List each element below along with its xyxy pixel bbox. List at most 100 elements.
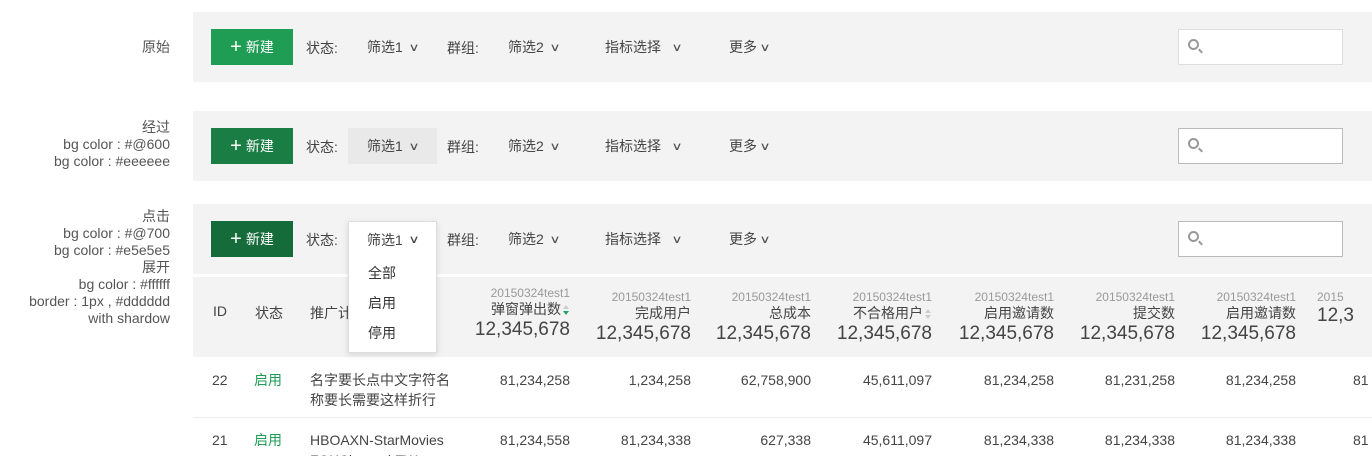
group-label: 群组: xyxy=(447,40,479,56)
metric-date: 20150324test1 xyxy=(1216,290,1296,304)
metric-name: 提交数 xyxy=(1133,305,1175,321)
note-line: 原始 xyxy=(142,39,170,55)
note-line: bg color : #@600 xyxy=(63,136,170,152)
note-hover: 经过 bg color : #@600 bg color : #eeeeee xyxy=(54,119,170,170)
row-value: 627,338 xyxy=(760,432,811,448)
metric-header[interactable]: 20150324test1 启用邀请数 12,345,678 xyxy=(1196,290,1296,346)
metric-date: 20150324test1 xyxy=(490,286,570,300)
filter2-dropdown[interactable]: 筛选2 ∨ xyxy=(508,128,561,164)
metric-header[interactable]: 20150324test1 弹窗弹出数 12,345,678 xyxy=(470,286,570,342)
new-button[interactable]: + 新建 xyxy=(211,29,293,65)
table-row[interactable]: 21 启用 HBOAXN-StarMovies FOXChannel-TW 81… xyxy=(193,418,1372,456)
metric-total: 12,345,678 xyxy=(595,323,691,344)
search-input[interactable] xyxy=(1178,29,1343,65)
row-value: 81,234,338 xyxy=(1104,432,1175,448)
row-value: 81,234,338 xyxy=(1225,432,1296,448)
new-button-label: 新建 xyxy=(245,231,274,247)
new-button[interactable]: + 新建 xyxy=(211,221,293,257)
sort-icon[interactable] xyxy=(925,309,932,320)
metric-total: 12,345,678 xyxy=(474,319,570,340)
filter1-dropdown[interactable]: 筛选1 ∨ xyxy=(349,222,436,258)
row-status[interactable]: 启用 xyxy=(254,370,282,390)
more-label: 更多 xyxy=(729,39,757,55)
note-line: bg color : #e5e5e5 xyxy=(54,242,170,258)
note-click: 点击 bg color : #@700 bg color : #e5e5e5 展… xyxy=(29,208,170,327)
search-input[interactable] xyxy=(1178,221,1343,257)
metric-total: 12,345,678 xyxy=(1079,323,1175,344)
row-value: 81,234,338 xyxy=(983,432,1054,448)
metric-total: 12,3 xyxy=(1317,305,1354,326)
metric-date: 20150324test1 xyxy=(1095,290,1175,304)
search-input[interactable] xyxy=(1178,128,1343,164)
metric-select-dropdown[interactable]: 指标选择 ∨ xyxy=(605,221,683,257)
status-label: 状态: xyxy=(306,139,338,155)
row-id: 21 xyxy=(212,432,228,448)
filter2-dropdown[interactable]: 筛选2 ∨ xyxy=(508,29,561,65)
row-value: 1,234,258 xyxy=(628,372,691,388)
metric-name: 启用邀请数 xyxy=(1226,305,1296,321)
table-row[interactable]: 22 启用 名字要长点中文字符名称要长需要这样折行 81,234,258 1,2… xyxy=(193,358,1372,418)
metric-date: 20150324test1 xyxy=(974,290,1054,304)
option-all[interactable]: 全部 xyxy=(349,258,436,288)
row-value: 81,231,258 xyxy=(1104,372,1175,388)
metric-total: 12,345,678 xyxy=(958,323,1054,344)
metric-select-dropdown[interactable]: 指标选择 ∨ xyxy=(605,29,683,65)
note-original: 原始 xyxy=(142,39,170,56)
option-disabled[interactable]: 停用 xyxy=(349,318,436,348)
sort-icon[interactable] xyxy=(563,305,570,316)
new-button[interactable]: + 新建 xyxy=(211,128,293,164)
group-label: 群组: xyxy=(447,232,479,248)
filter1-dropdown[interactable]: 筛选1 ∨ xyxy=(348,128,437,164)
metric-name: 不合格用户 xyxy=(832,304,932,322)
chevron-down-icon: ∨ xyxy=(408,41,420,54)
row-value: 81 xyxy=(1353,372,1369,388)
filter2-dropdown[interactable]: 筛选2 ∨ xyxy=(508,221,560,257)
status-label: 状态: xyxy=(306,232,338,248)
row-name[interactable]: 名字要长点中文字符名称要长需要这样折行 xyxy=(310,370,458,410)
more-dropdown[interactable]: 更多 ∨ xyxy=(729,128,771,164)
chevron-down-icon: ∨ xyxy=(549,140,561,153)
chevron-down-icon: ∨ xyxy=(408,140,420,153)
filter2-label: 筛选2 xyxy=(508,39,544,55)
metric-header[interactable]: 20150324test1 启用邀请数 12,345,678 xyxy=(954,290,1054,346)
group-label: 群组: xyxy=(447,139,479,155)
toolbar-original: + 新建 状态: 筛选1 ∨ 群组: 筛选2 ∨ 指标选择 ∨ 更多 ∨ xyxy=(193,12,1372,82)
filter1-label: 筛选1 xyxy=(367,39,403,55)
metric-select-dropdown[interactable]: 指标选择 ∨ xyxy=(605,128,683,164)
row-status[interactable]: 启用 xyxy=(254,430,282,450)
note-line: 展开 xyxy=(142,259,170,275)
metric-name: 启用邀请数 xyxy=(984,305,1054,321)
metric-date: 2015 xyxy=(1317,290,1344,304)
note-line: 经过 xyxy=(142,119,170,135)
new-button-label: 新建 xyxy=(245,39,274,55)
metric-header[interactable]: 20150324test1 总成本 12,345,678 xyxy=(711,290,811,346)
metric-header[interactable]: 20150324test1 提交数 12,345,678 xyxy=(1075,290,1175,346)
metric-header[interactable]: 20150324test1 完成用户 12,345,678 xyxy=(591,290,691,346)
option-enabled[interactable]: 启用 xyxy=(349,288,436,318)
status-label: 状态: xyxy=(306,40,338,56)
note-line: bg color : #@700 xyxy=(63,225,170,241)
note-line: border : 1px , #dddddd xyxy=(29,293,170,309)
search-icon xyxy=(1188,39,1199,50)
row-value: 81,234,338 xyxy=(620,432,691,448)
filter1-dropdown[interactable]: 筛选1 ∨ xyxy=(348,29,437,65)
metric-date: 20150324test1 xyxy=(611,290,691,304)
chevron-down-icon: ∨ xyxy=(671,233,683,246)
chevron-down-icon: ∨ xyxy=(549,41,561,54)
more-dropdown[interactable]: 更多 ∨ xyxy=(729,221,771,257)
row-value: 62,758,900 xyxy=(740,372,811,388)
metric-total: 12,345,678 xyxy=(1200,323,1296,344)
metric-select-label: 指标选择 xyxy=(605,138,661,154)
row-value: 81,234,258 xyxy=(1225,372,1296,388)
more-dropdown[interactable]: 更多 ∨ xyxy=(729,29,771,65)
row-value: 81,234,258 xyxy=(499,372,570,388)
metric-name-text: 不合格用户 xyxy=(853,305,923,321)
row-name[interactable]: HBOAXN-StarMovies FOXChannel-TW xyxy=(310,430,458,456)
chevron-down-icon: ∨ xyxy=(671,140,683,153)
metric-header[interactable]: 2015 12,3 xyxy=(1317,290,1372,328)
search-icon xyxy=(1188,138,1199,149)
metric-header[interactable]: 20150324test1 不合格用户 12,345,678 xyxy=(832,290,932,346)
filter1-label: 筛选1 xyxy=(367,231,403,248)
metric-name: 完成用户 xyxy=(635,305,691,321)
plus-icon: + xyxy=(230,135,242,157)
